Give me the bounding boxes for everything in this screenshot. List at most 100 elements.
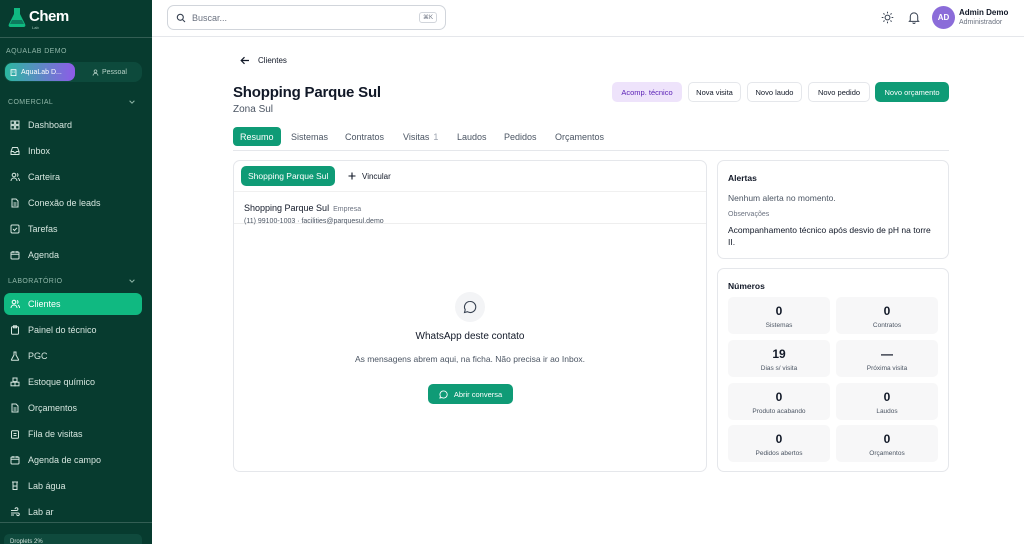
wind-icon xyxy=(10,507,20,517)
plus-icon xyxy=(348,172,356,180)
stat-pedidos-abertos: 0 Pedidos abertos xyxy=(728,425,830,462)
alerts-empty-text: Nenhum alerta no momento. xyxy=(728,193,836,203)
page-title: Shopping Parque Sul xyxy=(233,84,381,101)
page-subtitle: Zona Sul xyxy=(233,104,274,115)
stat-value: — xyxy=(881,347,893,361)
nav-item-lab-ar[interactable]: Lab ar xyxy=(4,501,142,523)
novo-orcamento-button[interactable]: Novo orçamento xyxy=(875,82,949,102)
nav-label: Agenda de campo xyxy=(28,455,102,465)
sidebar-divider xyxy=(0,37,152,38)
tab-pedidos[interactable]: Pedidos xyxy=(504,127,537,146)
section-laboratorio[interactable]: LABORATÓRIO xyxy=(8,277,136,285)
workspace-switch: AquaLab D... Pessoal xyxy=(4,62,142,82)
nav-item-tarefas[interactable]: Tarefas xyxy=(4,218,142,240)
nav-label: PGC xyxy=(28,351,48,361)
chevron-down-icon xyxy=(128,98,136,106)
contact-chip[interactable]: Shopping Parque Sul xyxy=(241,166,336,186)
novo-laudo-button[interactable]: Novo laudo xyxy=(747,82,802,102)
nav-item-conexao-leads[interactable]: Conexão de leads xyxy=(4,192,142,214)
nav-label: Lab ar xyxy=(28,507,54,517)
stat-label: Produto acabando xyxy=(752,408,806,415)
sidebar: Chem Lab AQUALAB DEMO AquaLab D... Pesso… xyxy=(0,0,152,544)
empty-state-title: WhatsApp deste contato xyxy=(415,331,525,342)
back-link[interactable]: Clientes xyxy=(240,56,287,65)
nav-item-agenda[interactable]: Agenda xyxy=(4,244,142,266)
bell-icon[interactable] xyxy=(908,11,920,24)
workspace-option-personal[interactable]: Pessoal xyxy=(92,63,127,81)
user-role: Administrador xyxy=(959,19,1003,26)
users-icon xyxy=(10,299,20,309)
tab-contratos[interactable]: Contratos xyxy=(345,127,384,146)
alerts-card: Alertas Nenhum alerta no momento. Observ… xyxy=(717,160,949,259)
clipboard-icon xyxy=(10,325,20,335)
boxes-icon xyxy=(10,377,20,387)
nav-item-lab-agua[interactable]: Lab água xyxy=(4,475,142,497)
search-input[interactable] xyxy=(192,12,392,23)
stat-value: 0 xyxy=(775,390,783,404)
contact-row[interactable]: Shopping Parque Sul Empresa (11) 99100-10… xyxy=(234,191,706,225)
section-comercial[interactable]: COMERCIAL xyxy=(8,98,136,106)
dashboard-icon xyxy=(10,120,20,130)
stat-label: Orçamentos xyxy=(869,450,905,457)
contact-info: (11) 99100-1003 · facilities@parquesul.d… xyxy=(244,218,384,225)
nav-item-agenda-campo[interactable]: Agenda de campo xyxy=(4,449,142,471)
tab-resumo[interactable]: Resumo xyxy=(233,127,281,146)
nova-visita-button[interactable]: Nova visita xyxy=(688,82,741,102)
workspace-option-label: AquaLab D... xyxy=(21,68,62,76)
numbers-card: Números 0 Sistemas 0 Contratos 19 Dias s… xyxy=(717,268,949,472)
stat-orcamentos: 0 Orçamentos xyxy=(836,425,938,462)
section-label: COMERCIAL xyxy=(8,98,54,106)
user-name: Admin Demo xyxy=(959,8,1009,17)
sidebar-divider xyxy=(0,522,152,523)
brand-logo[interactable]: Chem Lab xyxy=(8,7,69,30)
tab-sistemas[interactable]: Sistemas xyxy=(291,127,328,146)
beaker-icon xyxy=(10,481,20,491)
stat-value: 0 xyxy=(883,432,891,446)
stat-label: Laudos xyxy=(876,408,898,415)
contact-name: Shopping Parque Sul xyxy=(244,203,330,213)
abrir-conversa-label: Abrir conversa xyxy=(453,389,503,399)
nav-item-inbox[interactable]: Inbox xyxy=(4,140,142,162)
section-label: LABORATÓRIO xyxy=(8,277,63,285)
nav-item-pgc[interactable]: PGC xyxy=(4,345,142,367)
nav-item-clientes[interactable]: Clientes xyxy=(4,293,142,315)
tab-count: 1 xyxy=(433,131,439,142)
nav-item-painel-tecnico[interactable]: Painel do técnico xyxy=(4,319,142,341)
novo-pedido-button[interactable]: Novo pedido xyxy=(808,82,870,102)
stat-value: 0 xyxy=(775,432,783,446)
clipboard-list-icon xyxy=(10,429,20,439)
stat-dias-sem-visita: 19 Dias s/ visita xyxy=(728,340,830,377)
nav-label: Fila de visitas xyxy=(28,429,83,439)
nav-item-estoque-quimico[interactable]: Estoque químico xyxy=(4,371,142,393)
avatar[interactable]: AD xyxy=(932,6,955,29)
nav-item-fila-visitas[interactable]: Fila de visitas xyxy=(4,423,142,445)
empty-state-description: As mensagens abrem aqui, na ficha. Não p… xyxy=(354,354,586,364)
document-icon xyxy=(10,198,20,208)
flask-icon xyxy=(10,351,20,361)
vincular-label: Vincular xyxy=(362,171,391,181)
nav-item-carteira[interactable]: Carteira xyxy=(4,166,142,188)
card-title: Números xyxy=(728,281,765,291)
stat-value: 0 xyxy=(775,304,783,318)
stat-label: Dias s/ visita xyxy=(760,365,798,372)
sun-icon[interactable] xyxy=(881,11,894,24)
chevron-down-icon xyxy=(128,277,136,285)
sidebar-footer-card[interactable]: Droplets 2% xyxy=(4,534,142,544)
tab-visitas[interactable]: Visitas 1 xyxy=(403,127,438,146)
nav-label: Inbox xyxy=(28,146,51,156)
abrir-conversa-button[interactable]: Abrir conversa xyxy=(428,384,513,404)
back-label: Clientes xyxy=(258,56,287,65)
observations-text: Acompanhamento técnico após desvio de pH… xyxy=(728,225,931,247)
search-icon xyxy=(176,13,186,23)
tab-laudos[interactable]: Laudos xyxy=(457,127,487,146)
tab-orcamentos[interactable]: Orçamentos xyxy=(555,127,604,146)
workspace-option-org[interactable]: AquaLab D... xyxy=(5,63,75,81)
nav-item-dashboard[interactable]: Dashboard xyxy=(4,114,142,136)
nav-label: Lab água xyxy=(28,481,66,491)
nav-item-orcamentos[interactable]: Orçamentos xyxy=(4,397,142,419)
chat-bubble-icon xyxy=(439,390,448,399)
user-icon xyxy=(92,68,99,76)
vincular-button[interactable]: Vincular xyxy=(348,167,391,185)
users-icon xyxy=(10,172,20,182)
nav-label: Painel do técnico xyxy=(28,325,97,335)
